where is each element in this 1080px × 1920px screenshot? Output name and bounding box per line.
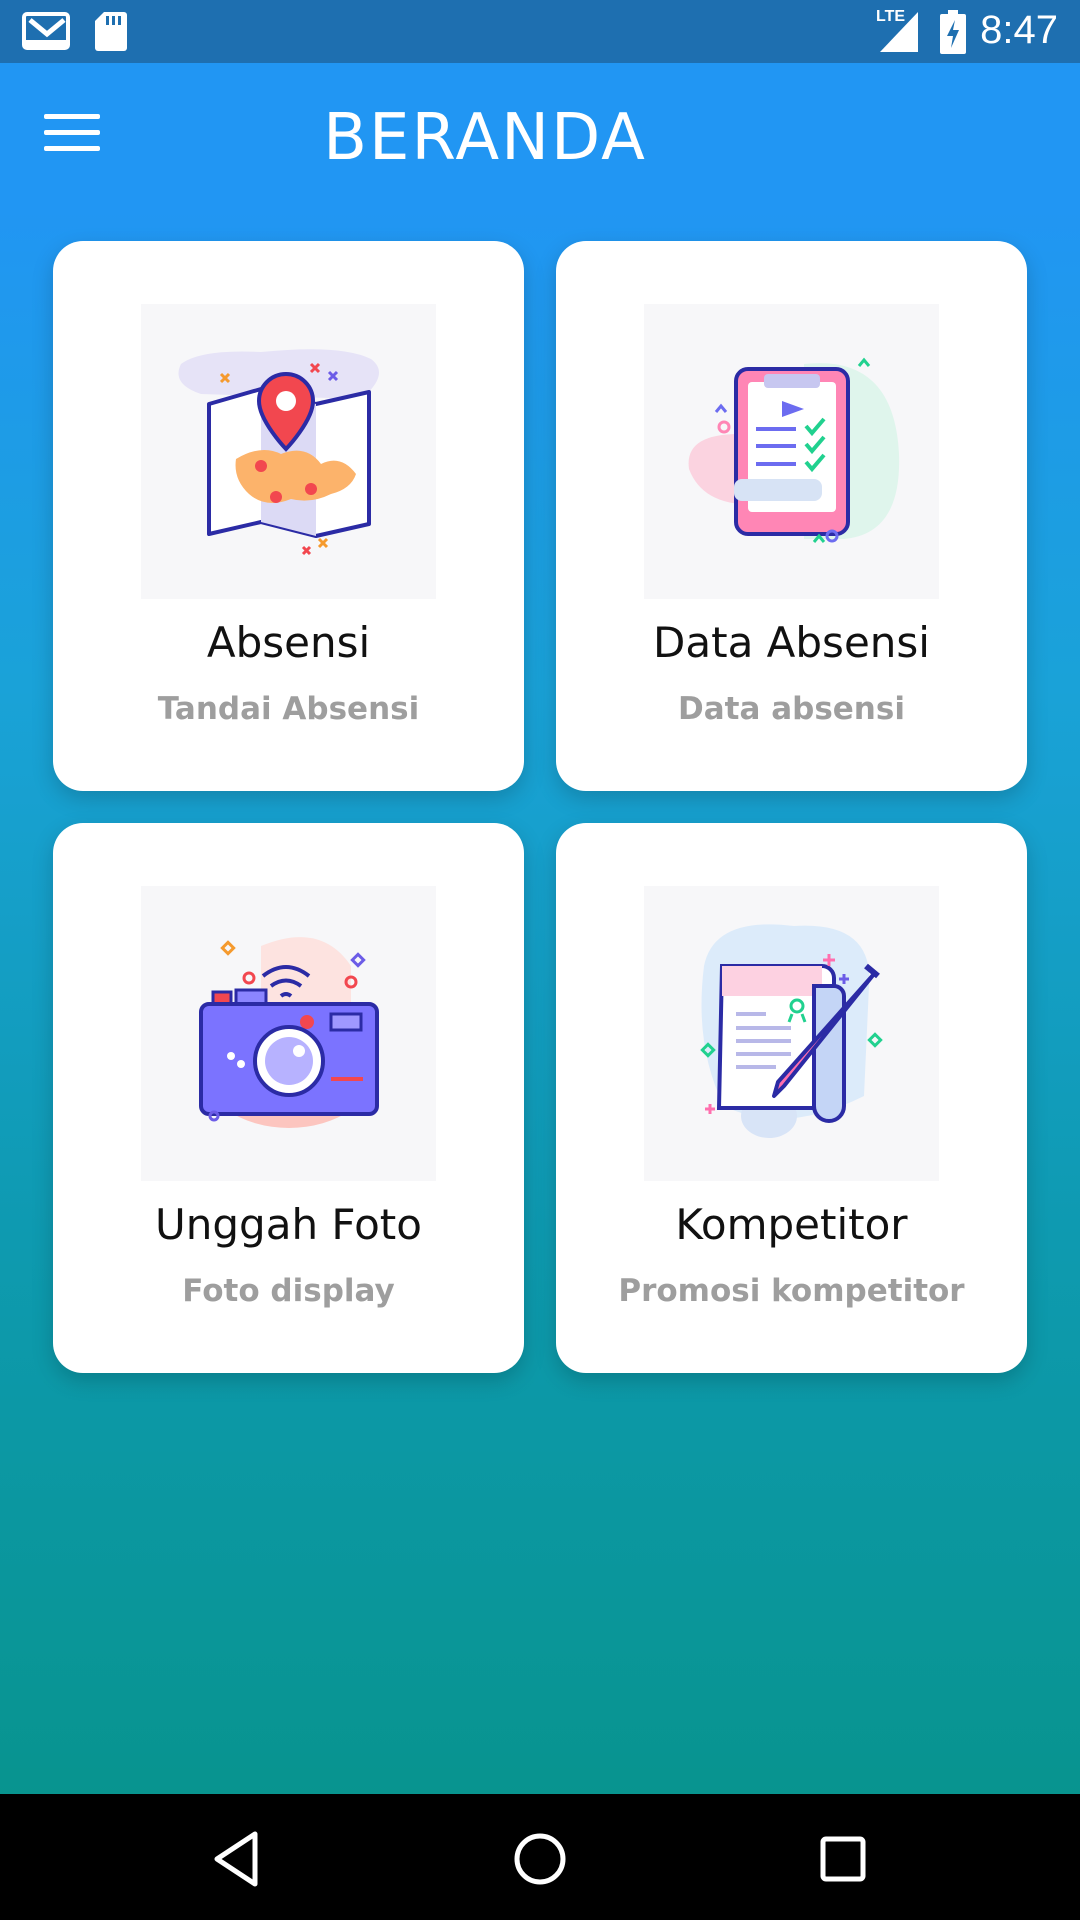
document-pen-icon	[644, 886, 939, 1181]
sd-card-icon	[95, 12, 127, 51]
menu-card-absensi[interactable]: Absensi Tandai Absensi	[53, 241, 524, 791]
card-title: Data Absensi	[653, 618, 930, 667]
card-title: Unggah Foto	[155, 1200, 422, 1249]
checklist-tablet-icon	[644, 304, 939, 599]
status-time: 8:47	[980, 8, 1058, 52]
status-bar: LTE 8:47	[0, 0, 1080, 63]
camera-icon	[141, 886, 436, 1181]
page-title: BERANDA	[323, 101, 647, 175]
recents-icon[interactable]	[808, 1824, 878, 1894]
system-nav-bar	[0, 1794, 1080, 1920]
gmail-icon	[22, 12, 70, 50]
home-content: Absensi Tandai Absensi Data Absensi Data…	[0, 210, 1080, 1794]
lte-signal-icon: LTE	[874, 8, 922, 54]
card-subtitle: Foto display	[182, 1273, 395, 1309]
menu-card-data-absensi[interactable]: Data Absensi Data absensi	[556, 241, 1027, 791]
app-bar: BERANDA	[0, 63, 1080, 210]
card-subtitle: Data absensi	[678, 691, 905, 727]
map-location-icon	[141, 304, 436, 599]
menu-card-unggah-foto[interactable]: Unggah Foto Foto display	[53, 823, 524, 1373]
battery-charging-icon	[940, 10, 966, 54]
card-subtitle: Promosi kompetitor	[618, 1273, 965, 1309]
card-title: Kompetitor	[675, 1200, 908, 1249]
back-icon[interactable]	[203, 1824, 273, 1894]
card-title: Absensi	[206, 618, 371, 667]
card-subtitle: Tandai Absensi	[157, 691, 420, 727]
menu-card-kompetitor[interactable]: Kompetitor Promosi kompetitor	[556, 823, 1027, 1373]
home-icon[interactable]	[505, 1824, 575, 1894]
